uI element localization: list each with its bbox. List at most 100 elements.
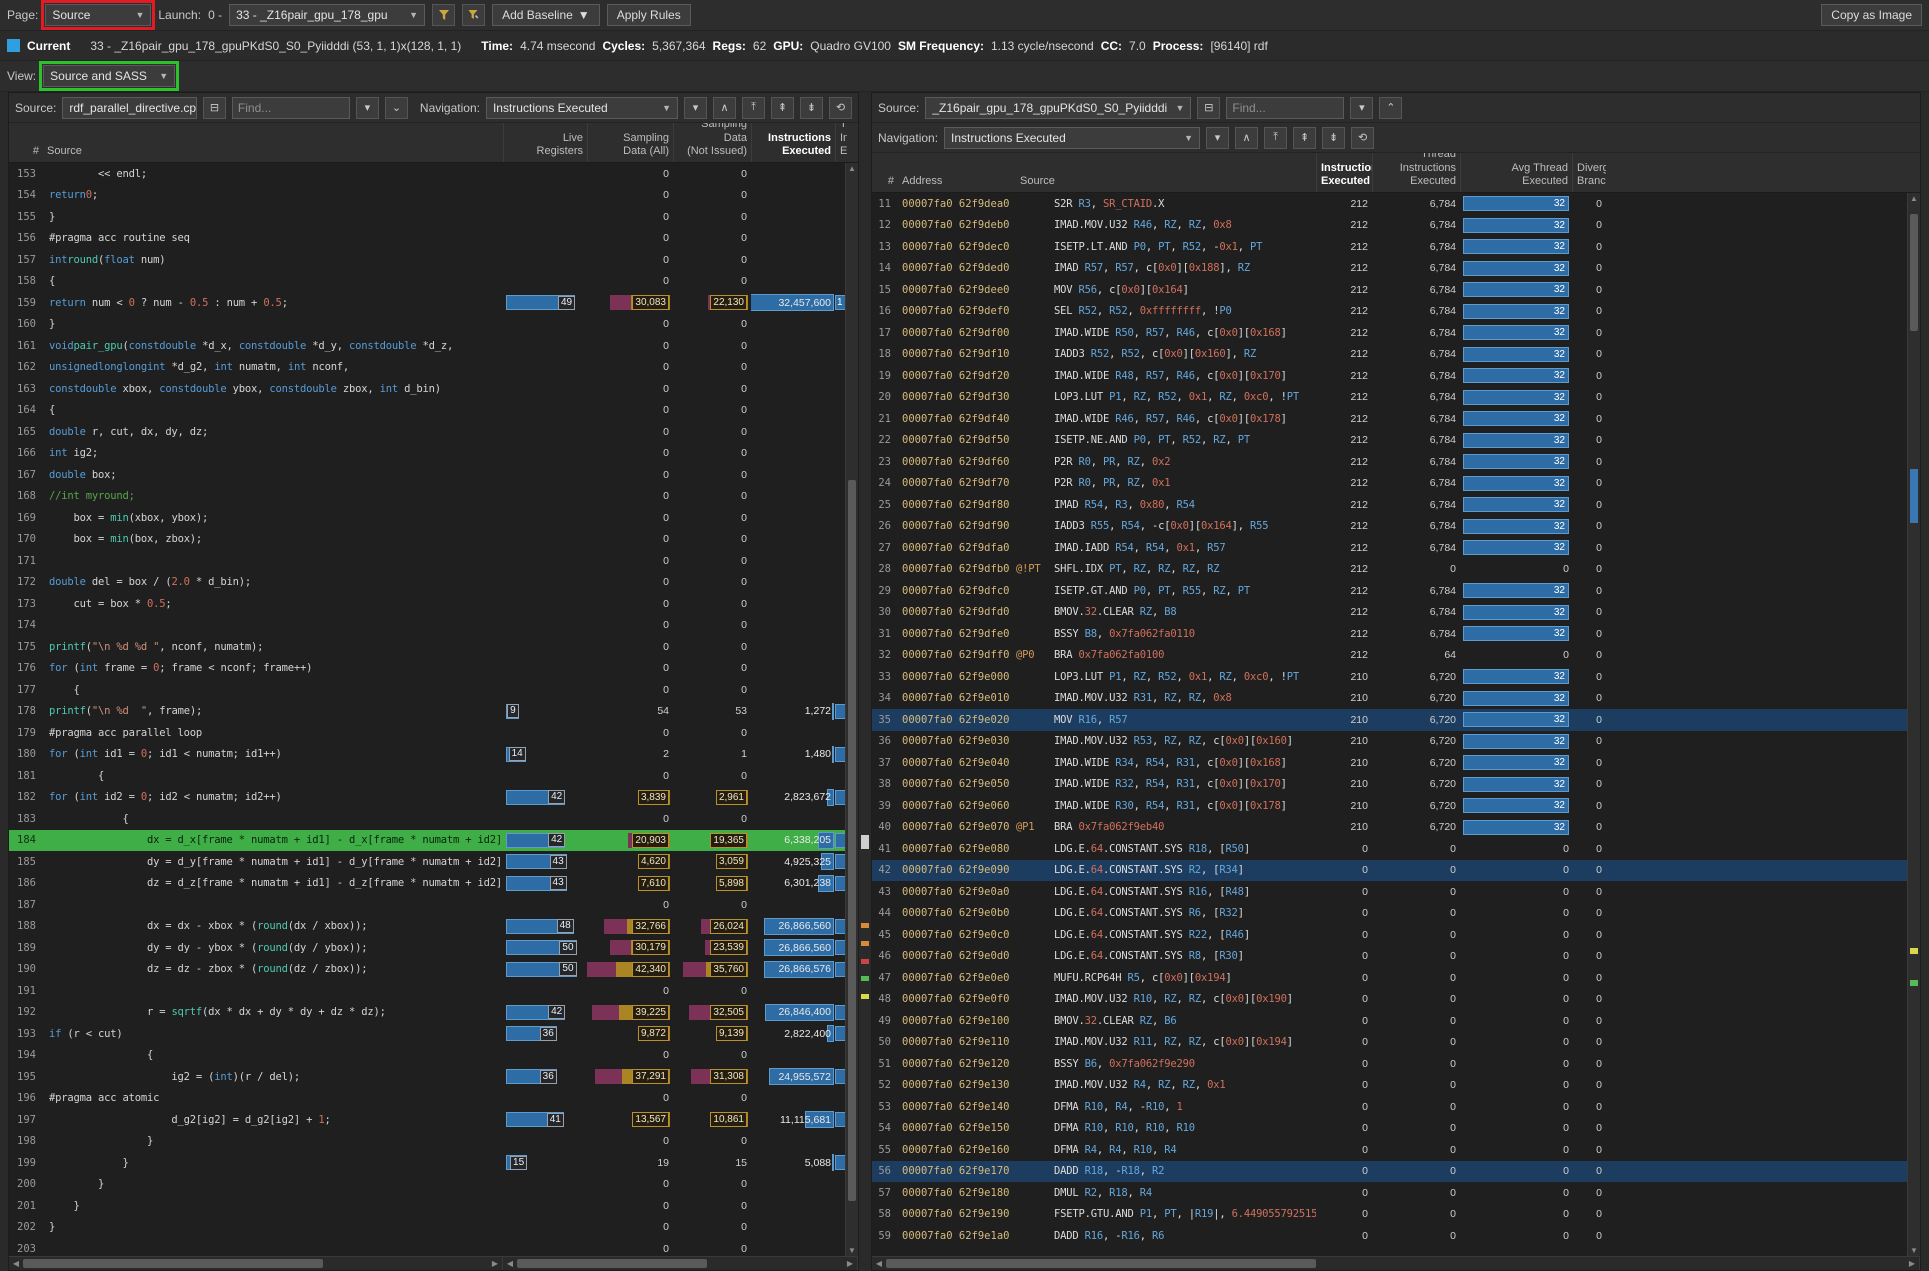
scrollbar-thumb[interactable] bbox=[517, 1259, 707, 1268]
column-header-address[interactable]: Address bbox=[898, 153, 1016, 192]
sass-row[interactable]: 5200007fa0 62f9e130IMAD.MOV.U32 R4, RZ, … bbox=[872, 1075, 1920, 1097]
add-baseline-button[interactable]: Add Baseline ▼ bbox=[492, 4, 600, 26]
column-header-line[interactable]: # bbox=[872, 153, 898, 192]
source-row[interactable]: 201 }00 bbox=[9, 1195, 858, 1217]
nav-dropdown-button[interactable]: ▾ bbox=[684, 97, 707, 119]
scroll-right-icon[interactable]: ▶ bbox=[488, 1259, 502, 1268]
source-row[interactable]: 180 for (int id1 = 0; id1 < numatm; id1+… bbox=[9, 744, 858, 766]
sass-row[interactable]: 3900007fa0 62f9e060IMAD.WIDE R30, R54, R… bbox=[872, 795, 1920, 817]
source-row[interactable]: 190 dz = dz - zbox * (round(dz / zbox));… bbox=[9, 959, 858, 981]
sass-row[interactable]: 4200007fa0 62f9e090LDG.E.64.CONSTANT.SYS… bbox=[872, 860, 1920, 882]
copy-as-image-button[interactable]: Copy as Image bbox=[1821, 4, 1922, 26]
sass-row[interactable]: 4900007fa0 62f9e100BMOV.32.CLEAR RZ, B60… bbox=[872, 1010, 1920, 1032]
source-row[interactable]: 198 }00 bbox=[9, 1131, 858, 1153]
sass-row[interactable]: 2400007fa0 62f9df70P2R R0, PR, RZ, 0x121… bbox=[872, 473, 1920, 495]
scroll-right-icon[interactable]: ▶ bbox=[1905, 1259, 1919, 1268]
column-header-sampling-not-issued[interactable]: Sampling Data (Not Issued) bbox=[673, 123, 751, 162]
source-row[interactable]: 175 printf("\n %d %d ", nconf, numatm);0… bbox=[9, 636, 858, 658]
sass-row[interactable]: 2900007fa0 62f9dfc0ISETP.GT.AND P0, PT, … bbox=[872, 580, 1920, 602]
source-row[interactable]: 182 for (int id2 = 0; id2 < numatm; id2+… bbox=[9, 787, 858, 809]
scroll-left-icon[interactable]: ◀ bbox=[503, 1259, 517, 1268]
source-row[interactable]: 153 << endl;00 bbox=[9, 163, 858, 185]
source-row[interactable]: 17100 bbox=[9, 550, 858, 572]
source-row[interactable]: 155}00 bbox=[9, 206, 858, 228]
sass-row[interactable]: 3000007fa0 62f9dfd0BMOV.32.CLEAR RZ, B82… bbox=[872, 602, 1920, 624]
source-row[interactable]: 199 }1519155,088 bbox=[9, 1152, 858, 1174]
sass-row[interactable]: 1300007fa0 62f9dec0ISETP.LT.AND P0, PT, … bbox=[872, 236, 1920, 258]
sass-row[interactable]: 2700007fa0 62f9dfa0IMAD.IADD R54, R54, 0… bbox=[872, 537, 1920, 559]
source-row[interactable]: 179#pragma acc parallel loop00 bbox=[9, 722, 858, 744]
view-layout-button[interactable]: ⊟ bbox=[203, 97, 226, 119]
column-header-line[interactable]: # bbox=[9, 123, 43, 162]
scroll-up-icon[interactable]: ▲ bbox=[846, 164, 858, 173]
source-row[interactable]: 197 d_g2[ig2] = d_g2[ig2] + 1;4113,56710… bbox=[9, 1109, 858, 1131]
find-next-button[interactable]: ⌄ bbox=[385, 97, 408, 119]
sass-row[interactable]: 1900007fa0 62f9df20IMAD.WIDE R48, R57, R… bbox=[872, 365, 1920, 387]
page-select[interactable]: Source ▼ bbox=[45, 4, 151, 26]
source-row[interactable]: 184 dx = d_x[frame * numatm + id1] - d_x… bbox=[9, 830, 858, 852]
column-header-sampling-all[interactable]: Sampling Data (All) bbox=[587, 123, 673, 162]
column-header-instructions-executed[interactable]: Instructions Executed bbox=[751, 123, 835, 162]
sass-row[interactable]: 4600007fa0 62f9e0d0LDG.E.64.CONSTANT.SYS… bbox=[872, 946, 1920, 968]
sass-row[interactable]: 2100007fa0 62f9df40IMAD.WIDE R46, R57, R… bbox=[872, 408, 1920, 430]
column-header-source[interactable]: Source bbox=[43, 123, 503, 162]
scroll-up-icon[interactable]: ▲ bbox=[1908, 194, 1920, 203]
prev-hotspot-button[interactable]: ∧ bbox=[1235, 127, 1258, 149]
source-row[interactable]: 167 double box;00 bbox=[9, 464, 858, 486]
column-header-source[interactable]: Source bbox=[1016, 153, 1316, 192]
sass-row[interactable]: 2200007fa0 62f9df50ISETP.NE.AND P0, PT, … bbox=[872, 430, 1920, 452]
sass-row[interactable]: 1400007fa0 62f9ded0IMAD R57, R57, c[0x0]… bbox=[872, 258, 1920, 280]
find-input[interactable] bbox=[1226, 97, 1344, 119]
source-row[interactable]: 170 box = min(box, zbox);00 bbox=[9, 529, 858, 551]
source-row[interactable]: 168 //int myround;00 bbox=[9, 486, 858, 508]
source-row[interactable]: 173 cut = box * 0.5;00 bbox=[9, 593, 858, 615]
sass-row[interactable]: 4800007fa0 62f9e0f0IMAD.MOV.U32 R10, RZ,… bbox=[872, 989, 1920, 1011]
launch-select[interactable]: 33 - _Z16pair_gpu_178_gpu ▼ bbox=[229, 4, 425, 26]
source-row[interactable]: 163 const double xbox, const double ybox… bbox=[9, 378, 858, 400]
sass-row[interactable]: 1800007fa0 62f9df10IADD3 R52, R52, c[0x0… bbox=[872, 344, 1920, 366]
source-file-select[interactable]: rdf_parallel_directive.cpp ▼ bbox=[62, 97, 197, 119]
sass-row[interactable]: 3600007fa0 62f9e030IMAD.MOV.U32 R53, RZ,… bbox=[872, 731, 1920, 753]
apply-rules-button[interactable]: Apply Rules bbox=[607, 4, 691, 26]
sass-row[interactable]: 3700007fa0 62f9e040IMAD.WIDE R34, R54, R… bbox=[872, 752, 1920, 774]
sass-row[interactable]: 3200007fa0 62f9dff0@P0BRA 0x7fa062fa0100… bbox=[872, 645, 1920, 667]
sass-row[interactable]: 4500007fa0 62f9e0c0LDG.E.64.CONSTANT.SYS… bbox=[872, 924, 1920, 946]
source-row[interactable]: 200 }00 bbox=[9, 1174, 858, 1196]
source-row[interactable]: 169 box = min(xbox, ybox);00 bbox=[9, 507, 858, 529]
column-header-predicated-clipped[interactable]: Predicated-On Thread Instructions Execut… bbox=[835, 123, 847, 162]
scroll-down-icon[interactable]: ▼ bbox=[1908, 1246, 1920, 1255]
column-header-predicated-executed[interactable]: Predicated-On Thread Instructions Execut… bbox=[1372, 153, 1460, 192]
source-row[interactable]: 176 for (int frame = 0; frame < nconf; f… bbox=[9, 658, 858, 680]
source-row[interactable]: 181 {00 bbox=[9, 765, 858, 787]
source-row[interactable]: 185 dy = d_y[frame * numatm + id1] - d_y… bbox=[9, 851, 858, 873]
find-history-button[interactable]: ▾ bbox=[356, 97, 379, 119]
source-row[interactable]: 159 return num < 0 ? num - 0.5 : num + 0… bbox=[9, 292, 858, 314]
collapse-all-button[interactable]: ⇟ bbox=[1322, 127, 1345, 149]
source-row[interactable]: 193 if (r < cut)369,8729,1392,822,400 bbox=[9, 1023, 858, 1045]
sass-row[interactable]: 3300007fa0 62f9e000LOP3.LUT P1, RZ, R52,… bbox=[872, 666, 1920, 688]
scroll-left-icon[interactable]: ◀ bbox=[9, 1259, 23, 1268]
column-header-live-registers[interactable]: Live Registers bbox=[503, 123, 587, 162]
source-row[interactable]: 186 dz = d_z[frame * numatm + id1] - d_z… bbox=[9, 873, 858, 895]
sass-row[interactable]: 5400007fa0 62f9e150DFMA R10, R10, R10, R… bbox=[872, 1118, 1920, 1140]
goto-top-button[interactable]: ⤒ bbox=[742, 97, 765, 119]
sass-row[interactable]: 4700007fa0 62f9e0e0MUFU.RCP64H R5, c[0x0… bbox=[872, 967, 1920, 989]
scroll-left-icon[interactable]: ◀ bbox=[872, 1259, 886, 1268]
scroll-right-icon[interactable]: ▶ bbox=[843, 1259, 857, 1268]
sass-function-select[interactable]: _Z16pair_gpu_178_gpuPKdS0_S0_Pyiidddi ▼ bbox=[925, 97, 1191, 119]
source-row[interactable]: 192 r = sqrtf(dx * dx + dy * dy + dz * d… bbox=[9, 1002, 858, 1024]
scrollbar-thumb[interactable] bbox=[23, 1259, 323, 1268]
source-row[interactable]: 166 int ig2;00 bbox=[9, 443, 858, 465]
sass-row[interactable]: 3400007fa0 62f9e010IMAD.MOV.U32 R31, RZ,… bbox=[872, 688, 1920, 710]
panel-splitter[interactable] bbox=[859, 92, 871, 1271]
sass-row[interactable]: 5700007fa0 62f9e180DMUL R2, R18, R40000 bbox=[872, 1182, 1920, 1204]
scrollbar-thumb[interactable] bbox=[1910, 214, 1918, 331]
sass-row[interactable]: 1700007fa0 62f9df00IMAD.WIDE R50, R57, R… bbox=[872, 322, 1920, 344]
source-row[interactable]: 17400 bbox=[9, 615, 858, 637]
collapse-all-button[interactable]: ⇟ bbox=[800, 97, 823, 119]
source-row[interactable]: 177 {00 bbox=[9, 679, 858, 701]
scrollbar-thumb[interactable] bbox=[848, 480, 856, 1201]
source-row[interactable]: 195 ig2 = (int)(r / del);3637,29131,3082… bbox=[9, 1066, 858, 1088]
source-row[interactable]: 160}00 bbox=[9, 314, 858, 336]
sass-hscrollbar[interactable]: ◀ ▶ bbox=[872, 1257, 1920, 1270]
